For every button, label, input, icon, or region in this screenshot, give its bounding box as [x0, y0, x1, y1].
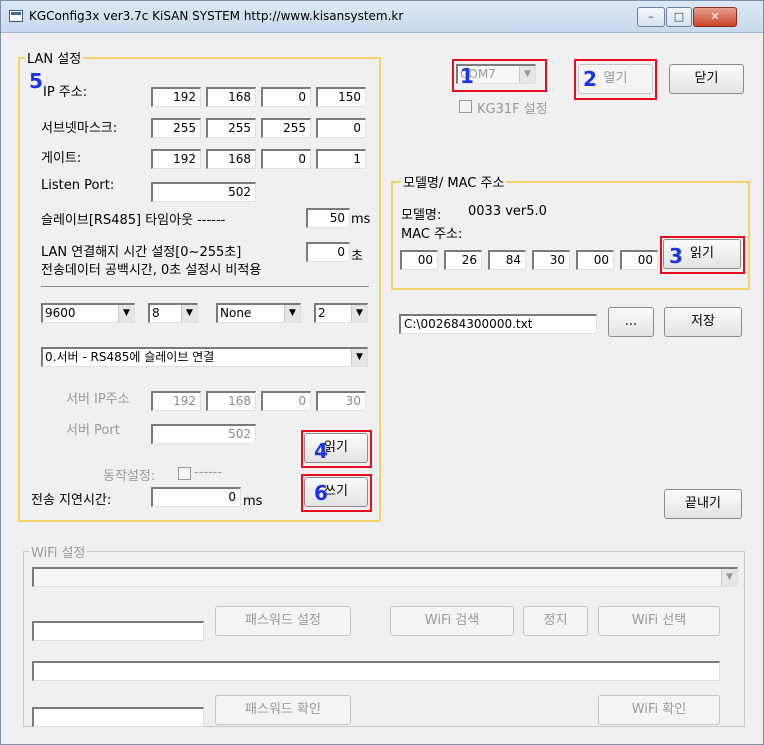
lan-settings-legend: LAN 설정: [25, 48, 84, 67]
slave-timeout-field[interactable]: 50: [306, 208, 350, 228]
delay-unit: ms: [243, 494, 263, 509]
wifi-password-confirm-field[interactable]: [32, 707, 204, 727]
wifi-stop-button[interactable]: 정지: [523, 606, 588, 636]
window-title: KGConfig3x ver3.7c KiSAN SYSTEM http://w…: [29, 9, 404, 23]
lan-separator: [41, 286, 369, 287]
gateway-octet-4[interactable]: 1: [316, 149, 366, 169]
kg31f-label: KG31F 설정: [477, 102, 548, 117]
action-setting-checkbox[interactable]: [178, 467, 191, 480]
server-ip-octet-1[interactable]: 192: [151, 391, 201, 411]
server-ip-octet-4[interactable]: 30: [316, 391, 366, 411]
wifi-scan-button[interactable]: WiFi 검색: [390, 606, 514, 636]
minimize-button[interactable]: –: [637, 7, 665, 27]
save-path-field[interactable]: C:\002684300000.txt: [399, 314, 597, 334]
annotation-5: 5: [29, 69, 43, 93]
model-label: 모델명:: [401, 208, 442, 223]
mac-byte-1[interactable]: 00: [400, 250, 438, 270]
close-port-button[interactable]: 닫기: [669, 64, 744, 94]
disconnect-unit: 초: [351, 249, 363, 264]
annotation-3: 3: [669, 244, 683, 268]
mac-label: MAC 주소:: [401, 227, 463, 242]
subnet-octet-2[interactable]: 255: [206, 118, 256, 138]
chevron-down-icon: ▼: [351, 349, 367, 366]
stop-bits-value: 2: [318, 306, 326, 320]
model-mac-legend: 모델명/ MAC 주소: [401, 172, 507, 191]
close-window-button[interactable]: ✕: [693, 7, 737, 27]
disconnect-field[interactable]: 0: [306, 242, 350, 262]
subnet-label: 서브넷마스크:: [41, 121, 118, 136]
mac-byte-3[interactable]: 84: [488, 250, 526, 270]
ip-octet-1[interactable]: 192: [151, 87, 201, 107]
gateway-octet-1[interactable]: 192: [151, 149, 201, 169]
mac-byte-5[interactable]: 00: [576, 250, 614, 270]
parity-select[interactable]: None ▼: [216, 303, 301, 323]
subnet-octet-1[interactable]: 255: [151, 118, 201, 138]
mode-value: 0.서버 - RS485에 슬레이브 연결: [45, 350, 215, 364]
wifi-ssid-select[interactable]: ▼: [32, 567, 738, 587]
chevron-down-icon: ▼: [721, 569, 737, 586]
kg31f-checkbox[interactable]: [459, 100, 472, 113]
chevron-down-icon: ▼: [181, 305, 197, 322]
gateway-octet-2[interactable]: 168: [206, 149, 256, 169]
browse-button[interactable]: ...: [608, 307, 654, 337]
annotation-box-4: [301, 430, 372, 468]
model-value: 0033 ver5.0: [468, 204, 547, 219]
wifi-confirm-button[interactable]: WiFi 확인: [598, 695, 720, 725]
annotation-6: 6: [314, 481, 328, 505]
wifi-settings-legend: WiFi 설정: [29, 542, 88, 561]
mode-select[interactable]: 0.서버 - RS485에 슬레이브 연결 ▼: [41, 347, 368, 367]
wifi-password-confirm-button[interactable]: 패스워드 확인: [215, 695, 351, 725]
gateway-label: 게이트:: [41, 151, 82, 166]
gateway-octet-3[interactable]: 0: [261, 149, 311, 169]
annotation-box-6: [301, 474, 372, 512]
app-icon: [9, 10, 23, 22]
listen-port-field[interactable]: 502: [151, 182, 256, 202]
annotation-2: 2: [583, 67, 597, 91]
disconnect-note: 전송데이터 공백시간, 0초 설정시 비적용: [41, 263, 262, 278]
ip-octet-3[interactable]: 0: [261, 87, 311, 107]
wifi-password-field[interactable]: [32, 621, 204, 641]
data-bits-value: 8: [152, 306, 160, 320]
server-ip-octet-2[interactable]: 168: [206, 391, 256, 411]
server-ip-label: 서버 IP주소: [66, 392, 130, 407]
wifi-password-set-button[interactable]: 패스워드 설정: [215, 606, 351, 636]
server-port-label: 서버 Port: [66, 423, 120, 438]
save-button[interactable]: 저장: [664, 307, 742, 337]
data-bits-select[interactable]: 8 ▼: [148, 303, 198, 323]
maximize-button[interactable]: □: [666, 7, 692, 27]
subnet-octet-4[interactable]: 0: [316, 118, 366, 138]
subnet-octet-3[interactable]: 255: [261, 118, 311, 138]
wifi-status-field[interactable]: [32, 661, 720, 681]
parity-value: None: [220, 306, 252, 320]
chevron-down-icon: ▼: [284, 305, 300, 322]
annotation-1: 1: [460, 64, 474, 88]
slave-timeout-label: 슬레이브[RS485] 타임아웃 ------: [41, 213, 226, 228]
baud-rate-value: 9600: [45, 306, 76, 320]
mac-byte-2[interactable]: 26: [444, 250, 482, 270]
app-window: KGConfig3x ver3.7c KiSAN SYSTEM http://w…: [0, 0, 764, 745]
stop-bits-select[interactable]: 2 ▼: [314, 303, 368, 323]
chevron-down-icon: ▼: [351, 305, 367, 322]
server-port-field[interactable]: 502: [151, 424, 256, 444]
baud-rate-select[interactable]: 9600 ▼: [41, 303, 135, 323]
annotation-4: 4: [314, 439, 328, 463]
ip-octet-2[interactable]: 168: [206, 87, 256, 107]
slave-timeout-unit: ms: [351, 212, 371, 227]
action-setting-label: 동작설정:: [103, 469, 156, 484]
wifi-select-button[interactable]: WiFi 선택: [598, 606, 720, 636]
action-setting-value: ------: [194, 465, 223, 480]
chevron-down-icon: ▼: [118, 305, 134, 322]
mac-byte-4[interactable]: 30: [532, 250, 570, 270]
ip-label: IP 주소:: [43, 85, 88, 100]
server-ip-octet-3[interactable]: 0: [261, 391, 311, 411]
listen-port-label: Listen Port:: [41, 178, 115, 193]
exit-button[interactable]: 끝내기: [664, 489, 742, 519]
title-bar: KGConfig3x ver3.7c KiSAN SYSTEM http://w…: [1, 1, 763, 33]
ip-octet-4[interactable]: 150: [316, 87, 366, 107]
delay-field[interactable]: 0: [151, 487, 241, 507]
disconnect-label: LAN 연결해지 시간 설정[0~255초]: [41, 245, 242, 260]
delay-label: 전송 지연시간:: [31, 493, 112, 508]
mac-byte-6[interactable]: 00: [620, 250, 658, 270]
